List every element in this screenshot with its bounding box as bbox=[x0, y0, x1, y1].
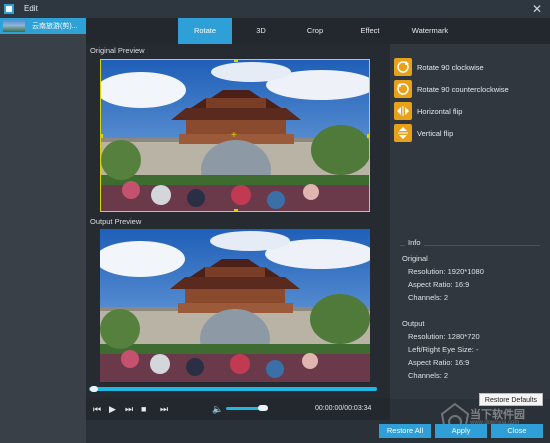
apply-button[interactable]: Apply bbox=[435, 424, 487, 438]
skip-back-icon[interactable]: ⏮ bbox=[93, 404, 101, 414]
vertical-flip-button[interactable] bbox=[394, 124, 412, 142]
tab-crop[interactable]: Crop bbox=[298, 18, 332, 44]
rotate-ccw-icon bbox=[397, 83, 409, 95]
original-preview-label: Original Preview bbox=[90, 46, 145, 55]
crop-handle[interactable] bbox=[101, 134, 103, 138]
rotate-clockwise-button[interactable] bbox=[394, 58, 412, 76]
original-channels: Channels: 2 bbox=[408, 293, 449, 302]
rotate-counterclockwise-button[interactable] bbox=[394, 80, 412, 98]
crop-handle[interactable] bbox=[234, 60, 238, 62]
video-thumbnail bbox=[3, 20, 25, 32]
play-icon[interactable]: ▶ bbox=[109, 404, 116, 414]
playback-progress-bar[interactable] bbox=[89, 387, 377, 391]
output-preview-label: Output Preview bbox=[90, 217, 142, 226]
restore-all-button[interactable]: Restore All bbox=[379, 424, 431, 438]
tab-rotate[interactable]: Rotate bbox=[178, 18, 232, 44]
sidebar-item-label: 云南旅游(剪)... bbox=[32, 23, 78, 30]
skip-end-icon[interactable]: ⏭ bbox=[160, 404, 168, 414]
title-bar: Edit ✕ bbox=[0, 0, 550, 18]
timecode: 00:00:00/00:03:34 bbox=[315, 405, 372, 412]
playback-progress-handle[interactable] bbox=[90, 386, 98, 392]
stop-icon[interactable]: ■ bbox=[141, 404, 146, 414]
original-aspect-ratio: Aspect Ratio: 16:9 bbox=[408, 280, 470, 289]
original-resolution: Resolution: 1920*1080 bbox=[408, 267, 484, 276]
crop-handle[interactable] bbox=[234, 209, 238, 211]
output-eye-size: Left/Right Eye Size: - bbox=[408, 345, 479, 354]
info-title: Info bbox=[405, 238, 424, 247]
tab-watermark[interactable]: Watermark bbox=[402, 18, 458, 44]
fast-forward-icon[interactable]: ⏭ bbox=[125, 404, 133, 414]
volume-slider-handle[interactable] bbox=[258, 405, 268, 411]
close-button[interactable]: Close bbox=[491, 424, 543, 438]
sidebar-item-video[interactable]: 云南旅游(剪)... bbox=[0, 18, 86, 34]
crop-handle[interactable] bbox=[367, 134, 369, 138]
center-crosshair-icon: + bbox=[231, 130, 237, 141]
restore-defaults-button[interactable]: Restore Defaults bbox=[479, 393, 543, 406]
output-heading: Output bbox=[402, 319, 425, 328]
output-preview-image bbox=[100, 229, 370, 382]
flip-vertical-icon bbox=[398, 127, 408, 139]
original-preview[interactable]: + bbox=[100, 59, 370, 212]
horizontal-flip-label[interactable]: Horizontal flip bbox=[417, 107, 462, 116]
rotate-cw-icon bbox=[397, 61, 409, 73]
horizontal-flip-button[interactable] bbox=[394, 102, 412, 120]
output-aspect-ratio: Aspect Ratio: 16:9 bbox=[408, 358, 470, 367]
window-title: Edit bbox=[24, 4, 38, 13]
flip-horizontal-icon bbox=[397, 106, 409, 116]
file-list-sidebar bbox=[0, 18, 86, 443]
window-close-icon[interactable]: ✕ bbox=[532, 1, 542, 17]
tab-3d[interactable]: 3D bbox=[246, 18, 276, 44]
output-channels: Channels: 2 bbox=[408, 371, 449, 380]
output-preview bbox=[100, 229, 370, 382]
output-resolution: Resolution: 1280*720 bbox=[408, 332, 480, 341]
vertical-flip-label[interactable]: Vertical flip bbox=[417, 129, 453, 138]
app-icon bbox=[4, 4, 14, 14]
original-heading: Original bbox=[402, 254, 428, 263]
volume-icon[interactable]: 🔈 bbox=[212, 404, 223, 414]
rotate-clockwise-label[interactable]: Rotate 90 clockwise bbox=[417, 63, 484, 72]
tab-bar: Rotate 3D Crop Effect Watermark bbox=[86, 18, 550, 44]
rotate-counterclockwise-label[interactable]: Rotate 90 counterclockwise bbox=[417, 85, 509, 94]
tab-effect[interactable]: Effect bbox=[352, 18, 388, 44]
